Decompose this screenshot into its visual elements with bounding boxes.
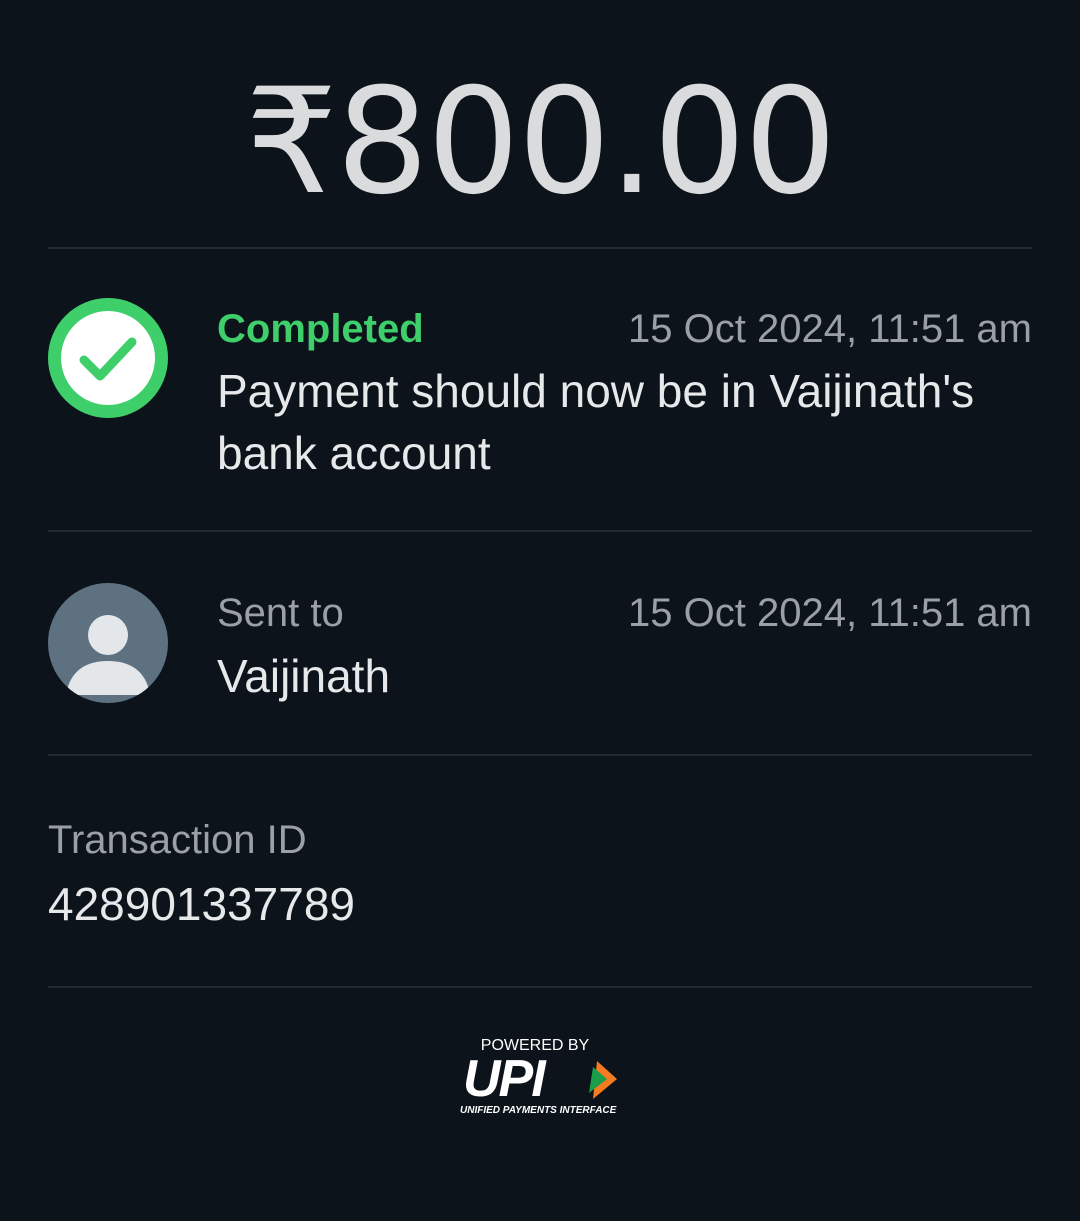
person-icon[interactable]: [48, 583, 168, 703]
divider: [48, 247, 1032, 249]
transaction-id-label: Transaction ID: [48, 818, 307, 862]
recipient-name[interactable]: Vaijinath: [217, 648, 390, 704]
payment-amount: ₹800.00: [245, 57, 837, 227]
divider: [48, 986, 1032, 988]
status-label: Completed: [217, 307, 424, 351]
divider: [48, 754, 1032, 756]
status-message: Payment should now be in Vaijinath's ban…: [217, 365, 975, 479]
upi-logo: POWERED BY UPI UNIFIED PAYMENTS INTERFAC…: [455, 1033, 625, 1118]
status-timestamp: 15 Oct 2024, 11:51 am: [628, 307, 1032, 351]
recipient-timestamp: 15 Oct 2024, 11:51 am: [628, 591, 1032, 635]
divider: [48, 530, 1032, 532]
upi-tagline: UNIFIED PAYMENTS INTERFACE: [460, 1105, 617, 1116]
upi-brand-text: UPI: [463, 1050, 547, 1108]
check-circle-icon: [48, 298, 168, 418]
transaction-id-value[interactable]: 428901337789: [48, 876, 355, 932]
sent-to-label: Sent to: [217, 591, 344, 635]
